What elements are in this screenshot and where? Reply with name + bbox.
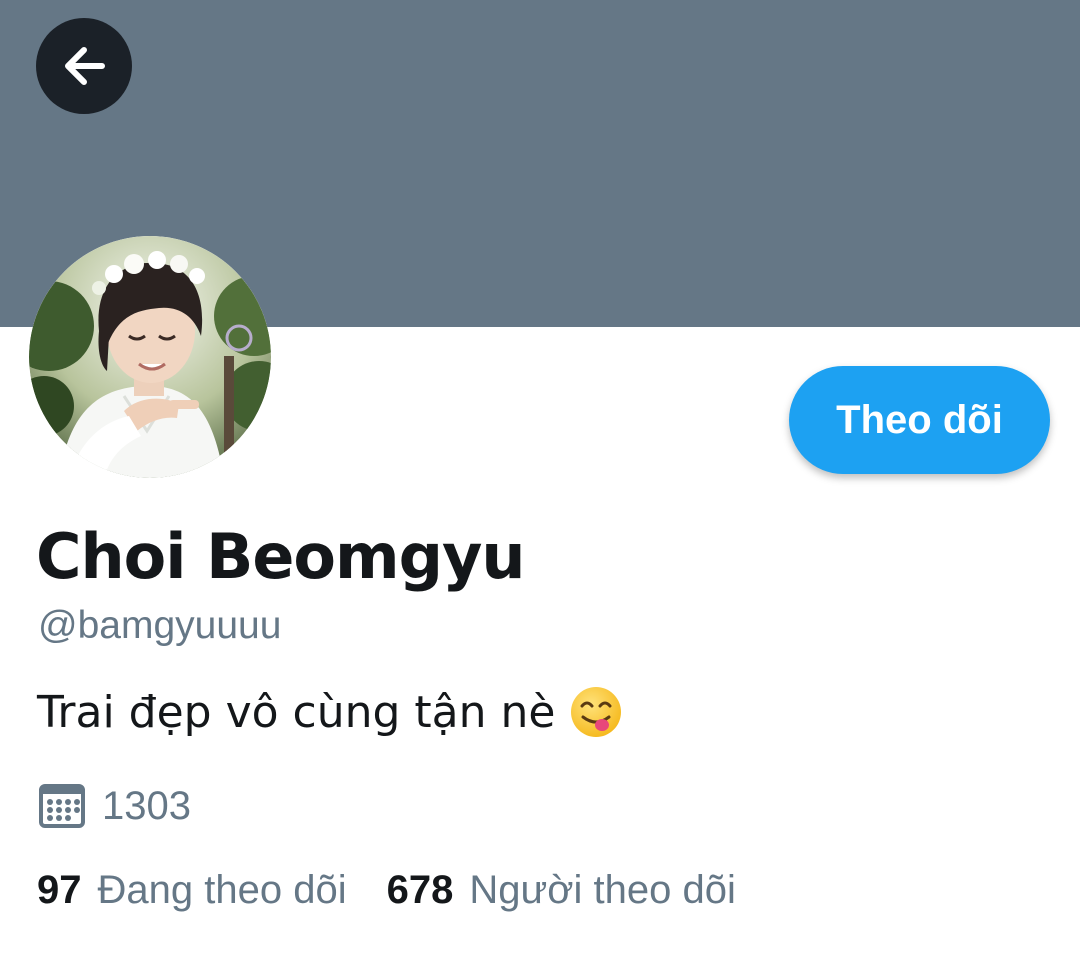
bio: Trai đẹp vô cùng tận nè [37, 685, 623, 739]
user-handle: @bamgyuuuu [38, 604, 282, 647]
joined-info: 1303 [38, 782, 191, 830]
joined-text: 1303 [102, 783, 191, 828]
display-name: Choi Beomgyu [36, 520, 526, 593]
calendar-icon [39, 784, 85, 828]
followers-link[interactable]: 678 Người theo dõi [387, 868, 736, 913]
arrow-left-icon [65, 47, 105, 85]
following-label: Đang theo dõi [97, 868, 347, 912]
follow-stats: 97 Đang theo dõi 678 Người theo dõi [37, 868, 736, 913]
avatar[interactable] [29, 236, 271, 478]
back-button[interactable] [36, 18, 132, 114]
following-count: 97 [37, 868, 82, 912]
followers-label: Người theo dõi [469, 868, 736, 912]
followers-count: 678 [386, 868, 454, 912]
bio-text: Trai đẹp vô cùng tận nè [37, 686, 556, 738]
yum-face-emoji [571, 687, 622, 737]
follow-button[interactable]: Theo dõi [789, 366, 1050, 474]
following-link[interactable]: 97 Đang theo dõi [37, 868, 347, 913]
